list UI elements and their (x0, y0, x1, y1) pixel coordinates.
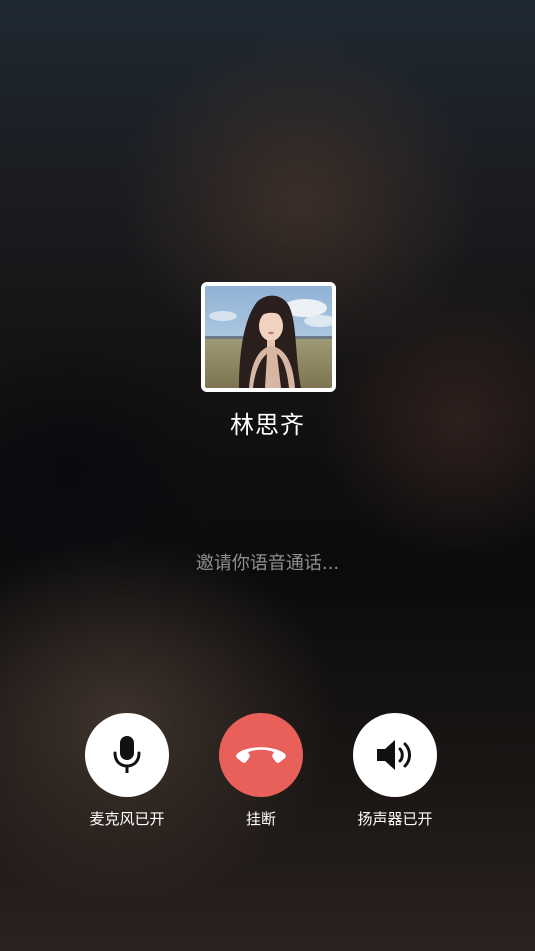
caller-avatar-photo (205, 286, 332, 388)
voice-call-screen: 林思齐 邀请你语音通话... 麦克风已开 挂断 扬声器已开 (0, 0, 535, 951)
microphone-icon (113, 736, 141, 773)
call-status-text: 邀请你语音通话... (195, 553, 340, 574)
phone-hangup-icon (236, 747, 286, 763)
speaker-icon (377, 740, 411, 770)
speaker-control: 扬声器已开 (335, 713, 455, 829)
microphone-button[interactable] (85, 713, 169, 797)
caller-name: 林思齐 (230, 411, 305, 439)
microphone-control: 麦克风已开 (67, 713, 187, 829)
hangup-control: 挂断 (201, 713, 321, 829)
hangup-label: 挂断 (245, 810, 276, 828)
caller-avatar (201, 282, 336, 392)
speaker-button[interactable] (353, 713, 437, 797)
hangup-button[interactable] (219, 713, 303, 797)
speaker-label: 扬声器已开 (357, 810, 433, 828)
microphone-label: 麦克风已开 (89, 810, 165, 828)
